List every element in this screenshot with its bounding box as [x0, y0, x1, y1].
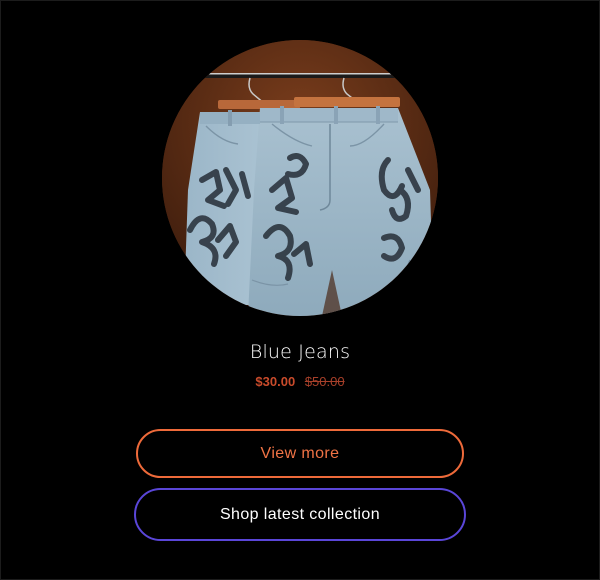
- product-image[interactable]: [162, 40, 438, 316]
- shop-latest-collection-button[interactable]: Shop latest collection: [134, 488, 466, 541]
- view-more-button[interactable]: View more: [136, 429, 464, 478]
- original-price: $50.00: [304, 374, 345, 389]
- sale-price: $30.00: [255, 374, 296, 389]
- price-row: $30.00 $50.00: [0, 374, 600, 389]
- product-title: Blue Jeans: [249, 341, 351, 363]
- jeans-photo: [162, 40, 438, 316]
